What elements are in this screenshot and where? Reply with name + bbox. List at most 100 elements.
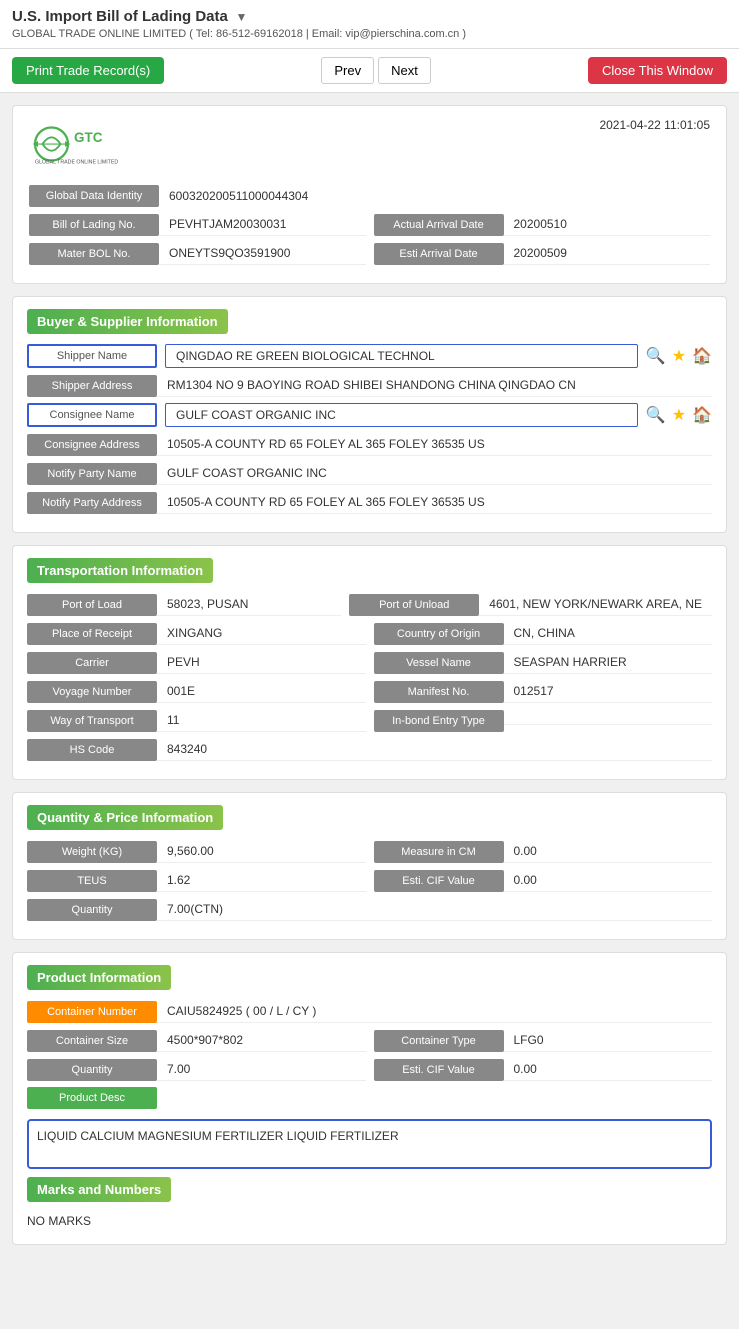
container-type-label: Container Type [374,1030,504,1052]
quantity-label: Quantity [27,899,157,921]
place-of-receipt-group: Place of Receipt XINGANG [27,622,366,645]
mater-bol-value: ONEYTS9QO3591900 [159,242,366,265]
card-header: GTC GLOBAL TRADE ONLINE LIMITED 2021-04-… [29,118,710,173]
carrier-label: Carrier [27,652,157,674]
next-button[interactable]: Next [378,57,431,84]
global-data-identity-value: 600320200511000044304 [159,185,710,207]
logo-area: GTC GLOBAL TRADE ONLINE LIMITED [29,118,119,173]
product-info-header: Product Information [27,965,171,990]
shipper-name-value: QINGDAO RE GREEN BIOLOGICAL TECHNOL [165,344,638,368]
global-data-identity-row: Global Data Identity 6003202005110000443… [29,185,710,207]
receipt-origin-row: Place of Receipt XINGANG Country of Orig… [27,622,712,645]
hs-code-row: HS Code 843240 [27,738,712,761]
carrier-value: PEVH [157,651,366,674]
voyage-number-value: 001E [157,680,366,703]
port-of-load-value: 58023, PUSAN [157,593,341,616]
vessel-name-value: SEASPAN HARRIER [504,651,713,674]
marks-and-numbers-label: Marks and Numbers [27,1177,171,1202]
close-button[interactable]: Close This Window [588,57,727,84]
subtitle: GLOBAL TRADE ONLINE LIMITED ( Tel: 86-51… [12,28,727,40]
consignee-search-icon[interactable]: 🔍 [646,405,666,425]
home-icon[interactable]: 🏠 [692,346,712,366]
nav-buttons: Prev Next [321,57,430,84]
mater-esti-row: Mater BOL No. ONEYTS9QO3591900 Esti Arri… [29,242,710,265]
esti-arrival-date-value: 20200509 [504,242,711,265]
shipper-icons: 🔍 ★ 🏠 [638,346,712,366]
hs-code-value: 843240 [157,738,712,761]
product-desc-label: Product Desc [27,1087,157,1109]
voyage-number-group: Voyage Number 001E [27,680,366,703]
container-type-value: LFG0 [504,1029,713,1052]
manifest-no-label: Manifest No. [374,681,504,703]
port-of-load-group: Port of Load 58023, PUSAN [27,593,341,616]
bill-of-lading-group: Bill of Lading No. PEVHTJAM20030031 [29,213,366,236]
quantity-price-section: Quantity & Price Information Weight (KG)… [12,792,727,940]
carrier-group: Carrier PEVH [27,651,366,674]
product-quantity-group: Quantity 7.00 [27,1058,366,1081]
country-of-origin-value: CN, CHINA [504,622,713,645]
print-button[interactable]: Print Trade Record(s) [12,57,164,84]
consignee-home-icon[interactable]: 🏠 [692,405,712,425]
notify-party-name-value: GULF COAST ORGANIC INC [157,462,712,485]
consignee-name-label: Consignee Name [27,403,157,427]
container-size-type-row: Container Size 4500*907*802 Container Ty… [27,1029,712,1052]
container-size-label: Container Size [27,1030,157,1052]
esti-cif-value: 0.00 [504,869,713,892]
port-of-unload-value: 4601, NEW YORK/NEWARK AREA, NE [479,593,712,616]
weight-label: Weight (KG) [27,841,157,863]
bill-arrival-row: Bill of Lading No. PEVHTJAM20030031 Actu… [29,213,710,236]
shipper-name-label: Shipper Name [27,344,157,368]
way-of-transport-group: Way of Transport 11 [27,709,366,732]
container-number-label: Container Number [27,1001,157,1023]
product-desc-container: Product Desc LIQUID CALCIUM MAGNESIUM FE… [27,1087,712,1169]
container-number-value: CAIU5824925 ( 00 / L / CY ) [157,1000,712,1023]
bill-of-lading-label: Bill of Lading No. [29,214,159,236]
country-of-origin-group: Country of Origin CN, CHINA [374,622,713,645]
manifest-no-group: Manifest No. 012517 [374,680,713,703]
transportation-section: Transportation Information Port of Load … [12,545,727,780]
product-esti-cif-group: Esti. CIF Value 0.00 [374,1058,713,1081]
weight-measure-row: Weight (KG) 9,560.00 Measure in CM 0.00 [27,840,712,863]
mater-bol-label: Mater BOL No. [29,243,159,265]
port-load-unload-row: Port of Load 58023, PUSAN Port of Unload… [27,593,712,616]
weight-group: Weight (KG) 9,560.00 [27,840,366,863]
prev-button[interactable]: Prev [321,57,374,84]
way-of-transport-label: Way of Transport [27,710,157,732]
marks-value: NO MARKS [27,1210,712,1232]
record-card: GTC GLOBAL TRADE ONLINE LIMITED 2021-04-… [12,105,727,284]
page-title: U.S. Import Bill of Lading Data [12,8,228,25]
in-bond-entry-value [504,716,713,725]
voyage-number-label: Voyage Number [27,681,157,703]
company-logo: GTC GLOBAL TRADE ONLINE LIMITED [29,118,119,173]
teus-value: 1.62 [157,869,366,892]
consignee-name-value: GULF COAST ORGANIC INC [165,403,638,427]
product-esti-cif-value: 0.00 [504,1058,713,1081]
notify-party-name-label: Notify Party Name [27,463,157,485]
consignee-star-icon[interactable]: ★ [672,405,686,425]
actual-arrival-date-label: Actual Arrival Date [374,214,504,236]
main-content: GTC GLOBAL TRADE ONLINE LIMITED 2021-04-… [0,93,739,1269]
port-of-load-label: Port of Load [27,594,157,616]
svg-text:GLOBAL TRADE ONLINE LIMITED: GLOBAL TRADE ONLINE LIMITED [35,160,118,166]
notify-party-name-row: Notify Party Name GULF COAST ORGANIC INC [27,462,712,485]
consignee-address-value: 10505-A COUNTY RD 65 FOLEY AL 365 FOLEY … [157,433,712,456]
quantity-value: 7.00(CTN) [157,898,712,921]
esti-arrival-group: Esti Arrival Date 20200509 [374,242,711,265]
timestamp: 2021-04-22 11:01:05 [599,118,710,132]
actual-arrival-date-value: 20200510 [504,213,711,236]
esti-cif-label: Esti. CIF Value [374,870,504,892]
svg-text:GTC: GTC [74,130,103,145]
container-number-row: Container Number CAIU5824925 ( 00 / L / … [27,1000,712,1023]
product-quantity-cif-row: Quantity 7.00 Esti. CIF Value 0.00 [27,1058,712,1081]
global-data-identity-label: Global Data Identity [29,185,159,207]
esti-cif-group: Esti. CIF Value 0.00 [374,869,713,892]
transport-inbond-row: Way of Transport 11 In-bond Entry Type [27,709,712,732]
shipper-address-value: RM1304 NO 9 BAOYING ROAD SHIBEI SHANDONG… [157,374,712,397]
quantity-price-header: Quantity & Price Information [27,805,223,830]
title-arrow[interactable]: ▼ [235,10,247,24]
star-icon[interactable]: ★ [672,346,686,366]
buyer-supplier-header: Buyer & Supplier Information [27,309,228,334]
search-icon[interactable]: 🔍 [646,346,666,366]
bill-of-lading-value: PEVHTJAM20030031 [159,213,366,236]
hs-code-label: HS Code [27,739,157,761]
